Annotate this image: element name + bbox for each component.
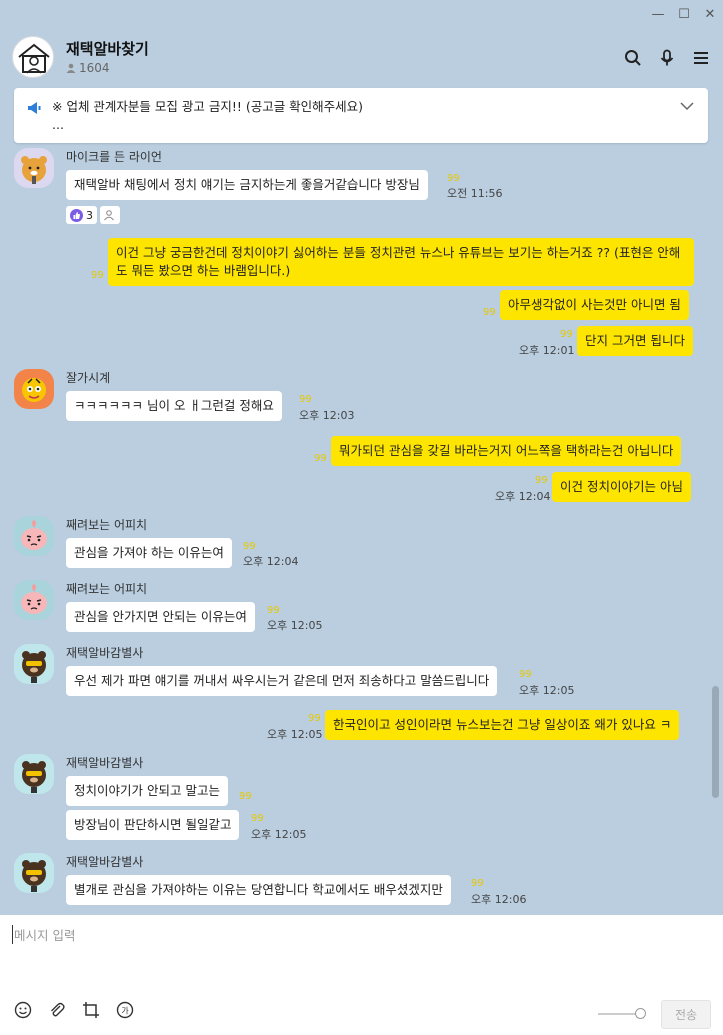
- unread-count: 99: [560, 329, 573, 340]
- sender-name: 재택알바감별사: [66, 855, 144, 869]
- person-icon: [104, 210, 114, 221]
- menu-icon[interactable]: [691, 48, 711, 68]
- message-bubble[interactable]: 관심을 안가지면 안되는 이유는여: [66, 602, 255, 632]
- message-bubble[interactable]: 한국인이고 성인이라면 뉴스보는건 그냥 일상이죠 왜가 있나요 ㅋ: [325, 710, 680, 740]
- message-bubble[interactable]: 이건 그냥 궁금한건데 정치이야기 싫어하는 분들 정치관련 뉴스나 유튜브는 …: [108, 238, 694, 286]
- attach-icon[interactable]: [46, 999, 68, 1021]
- unread-count: 99: [519, 669, 532, 680]
- message-bubble[interactable]: 별개로 관심을 가져야하는 이유는 당연합니다 학교에서도 배우셨겠지만: [66, 875, 451, 905]
- send-button[interactable]: 전송: [661, 1000, 711, 1029]
- message-time: 오후 12:01: [519, 344, 575, 357]
- capture-icon[interactable]: [80, 999, 102, 1021]
- message-bubble[interactable]: 재택알바 채팅에서 정치 얘기는 금지하는게 좋을거같습니다 방장님: [66, 170, 428, 200]
- chat-header: 재택알바찾기 1604: [0, 28, 723, 90]
- reaction-count: 3: [86, 208, 93, 222]
- sender-name: 잘가시계: [66, 371, 111, 385]
- font-size-slider-knob[interactable]: [635, 1008, 646, 1019]
- person-icon: [66, 63, 76, 73]
- unread-count: 99: [239, 791, 252, 802]
- avatar[interactable]: [14, 148, 54, 188]
- message-bubble[interactable]: 뭐가되던 관심을 갖길 바라는거지 어느쪽을 택하라는건 아닙니다: [331, 436, 682, 466]
- chevron-down-icon[interactable]: [680, 100, 694, 114]
- message-bubble[interactable]: 관심을 가져야 하는 이유는여: [66, 538, 232, 568]
- sender-name: 째려보는 어피치: [66, 518, 148, 532]
- avatar[interactable]: [14, 516, 54, 556]
- message-time: 오후 12:05: [251, 828, 307, 841]
- thumbs-up-icon: [70, 208, 83, 222]
- message-time: 오전 11:56: [447, 187, 503, 200]
- notice-banner[interactable]: ※ 업체 관계자분들 모집 광고 금지!! (공고글 확인해주세요) ...: [14, 88, 708, 143]
- message-bubble[interactable]: 정치이야기가 안되고 말고는: [66, 776, 228, 806]
- message-time: 오후 12:05: [519, 684, 575, 697]
- translate-icon[interactable]: 가: [114, 999, 136, 1021]
- composer-toolbar: 가: [12, 999, 136, 1021]
- close-button[interactable]: ✕: [697, 0, 723, 28]
- room-avatar[interactable]: [12, 36, 54, 78]
- sender-name: 째려보는 어피치: [66, 582, 148, 596]
- message-bubble[interactable]: ㅋㅋㅋㅋㅋㅋ 님이 오 ㅐ그런걸 정해요: [66, 391, 282, 421]
- unread-count: 99: [251, 813, 264, 824]
- message-time: 오후 12:03: [299, 409, 355, 422]
- unread-count: 99: [308, 713, 321, 724]
- sender-name: 재택알바감별사: [66, 646, 144, 660]
- unread-count: 99: [471, 878, 484, 889]
- chat-message-list[interactable]: 마이크를 든 라이언 재택알바 채팅에서 정치 얘기는 금지하는게 좋을거같습니…: [0, 143, 723, 915]
- chat-scrollbar[interactable]: [712, 686, 719, 798]
- sender-name: 마이크를 든 라이언: [66, 150, 162, 164]
- reaction-like[interactable]: 3: [66, 206, 97, 224]
- message-time: 오후 12:05: [267, 728, 323, 741]
- unread-count: 99: [243, 541, 256, 552]
- avatar[interactable]: [14, 754, 54, 794]
- svg-text:가: 가: [121, 1007, 129, 1016]
- member-count-value: 1604: [79, 61, 110, 75]
- megaphone-icon: [26, 100, 42, 119]
- avatar[interactable]: [14, 580, 54, 620]
- avatar[interactable]: [14, 853, 54, 893]
- message-bubble[interactable]: 우선 제가 파면 얘기를 꺼내서 싸우시는거 같은데 먼저 죄송하다고 말씀드립…: [66, 666, 498, 696]
- sender-name: 재택알바감별사: [66, 756, 144, 770]
- unread-count: 99: [314, 453, 327, 464]
- message-composer: 메시지 입력 가 전송: [0, 915, 723, 1035]
- message-time: 오후 12:06: [471, 893, 527, 906]
- maximize-button[interactable]: ☐: [671, 0, 697, 28]
- avatar[interactable]: [14, 369, 54, 409]
- message-bubble[interactable]: 방장님이 판단하시면 될일같고: [66, 810, 240, 840]
- unread-count: 99: [535, 475, 548, 486]
- avatar[interactable]: [14, 644, 54, 684]
- message-time: 오후 12:04: [243, 555, 299, 568]
- unread-count: 99: [91, 270, 104, 281]
- minimize-button[interactable]: —: [645, 0, 671, 28]
- header-toolbar: [623, 48, 711, 68]
- search-icon[interactable]: [623, 48, 643, 68]
- message-time: 오후 12:04: [495, 490, 551, 503]
- unread-count: 99: [267, 605, 280, 616]
- window-controls: — ☐ ✕: [645, 0, 723, 28]
- emoticon-icon[interactable]: [12, 999, 34, 1021]
- room-title: 재택알바찾기: [66, 40, 149, 58]
- reaction-add[interactable]: [100, 206, 120, 224]
- unread-count: 99: [299, 394, 312, 405]
- message-bubble[interactable]: 단지 그거면 됩니다: [577, 326, 693, 356]
- unread-count: 99: [483, 307, 496, 318]
- message-bubble[interactable]: 이건 정치이야기는 아님: [552, 472, 691, 502]
- message-input[interactable]: 메시지 입력: [12, 925, 75, 944]
- voice-call-icon[interactable]: [657, 48, 677, 68]
- notice-text: ※ 업체 관계자분들 모집 광고 금지!! (공고글 확인해주세요) ...: [52, 99, 364, 132]
- message-time: 오후 12:05: [267, 619, 323, 632]
- message-bubble[interactable]: 아무생각없이 사는것만 아니면 됨: [500, 290, 689, 320]
- unread-count: 99: [447, 173, 460, 184]
- member-count[interactable]: 1604: [66, 61, 110, 75]
